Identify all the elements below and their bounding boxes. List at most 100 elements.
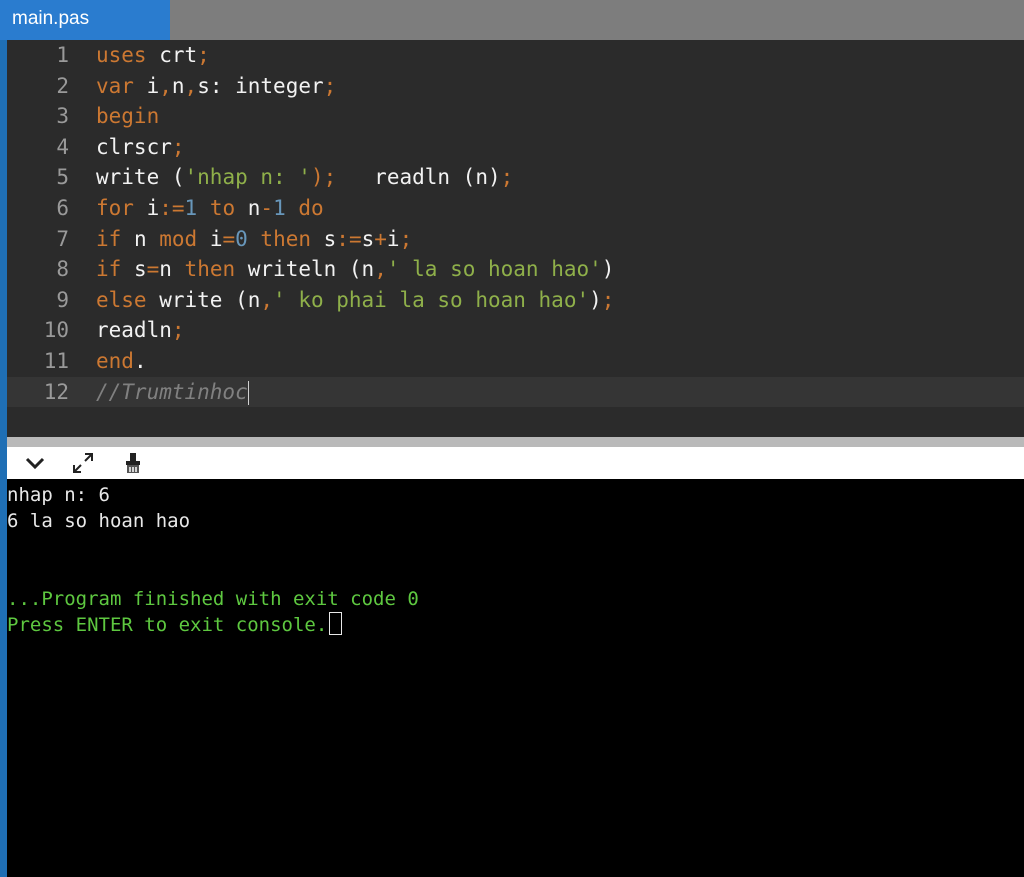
- line-number: 9: [56, 287, 69, 312]
- code-text: var i,n,s: integer;: [96, 71, 336, 102]
- code-token: i: [197, 226, 223, 251]
- code-token: 'nhap n: ': [184, 165, 311, 190]
- code-token: .: [133, 349, 147, 373]
- terminal-cursor: [329, 612, 343, 635]
- code-token: for: [96, 196, 134, 220]
- code-text: else write (n,' ko phai la so hoan hao')…: [96, 285, 614, 316]
- code-text: if n mod i=0 then s:=s+i;: [96, 224, 412, 255]
- code-token: i: [386, 226, 400, 251]
- code-token: i: [133, 196, 160, 220]
- console-toolbar: [7, 447, 1024, 479]
- code-token: ;: [500, 165, 514, 190]
- code-token: -: [260, 196, 274, 220]
- code-token: crt: [146, 43, 198, 67]
- line-number: 1: [56, 43, 69, 67]
- line-number: 3: [56, 104, 69, 129]
- console-line-text: nhap n: 6: [7, 484, 110, 506]
- code-line[interactable]: 7 if n mod i=0 then s:=s+i;: [7, 224, 1024, 255]
- code-token: if: [96, 257, 122, 282]
- console-line: ...Program finished with exit code 0: [7, 586, 419, 612]
- code-line[interactable]: 5 write ('nhap n: '); readln (n);: [7, 162, 1024, 193]
- code-line[interactable]: 12 //Trumtinhoc: [7, 376, 1024, 408]
- code-token: write (: [96, 165, 185, 190]
- code-token: ;: [323, 73, 337, 98]
- line-number: 6: [56, 196, 69, 220]
- code-token: writeln (n: [235, 257, 375, 282]
- code-token: ;: [399, 226, 413, 251]
- code-text: end.: [96, 346, 147, 377]
- line-number: 8: [56, 257, 69, 282]
- console-line-text: Press ENTER to exit console.: [7, 614, 328, 636]
- code-token: =: [146, 257, 160, 282]
- code-token: var: [96, 73, 134, 98]
- code-token: 1: [184, 196, 198, 220]
- code-token: n: [247, 196, 261, 220]
- code-text: begin: [96, 101, 159, 132]
- code-token: uses: [96, 43, 147, 67]
- code-line[interactable]: 10 readln;: [7, 315, 1024, 346]
- code-token: ,: [184, 73, 198, 98]
- line-number: 4: [56, 134, 69, 159]
- code-line[interactable]: 8 if s=n then writeln (n,' la so hoan hao…: [7, 254, 1024, 285]
- code-token: then: [247, 226, 311, 251]
- code-token: ,: [374, 257, 387, 282]
- console-line: Press ENTER to exit console.: [7, 612, 343, 638]
- code-token: ,: [260, 287, 274, 312]
- code-token: ;: [601, 287, 615, 312]
- code-line[interactable]: 4 clrscr;: [7, 132, 1024, 163]
- code-token: write (n: [146, 287, 261, 312]
- code-token: else: [96, 287, 147, 312]
- line-number: 5: [56, 165, 69, 190]
- code-token: n: [171, 73, 185, 98]
- code-token: ' ko phai la so hoan hao': [273, 287, 590, 312]
- code-token: ,: [159, 73, 172, 98]
- code-token: 0: [235, 226, 248, 251]
- code-editor[interactable]: 1 uses crt; 2 var i,n,s: integer; 3 begin 4 clr…: [7, 40, 1024, 437]
- console-line-text: ...Program finished with exit code 0: [7, 588, 419, 610]
- code-token: 1: [273, 196, 286, 220]
- tab-bar: main.pas: [0, 0, 1024, 40]
- code-token: );: [310, 165, 337, 190]
- left-edge-strip: [0, 0, 7, 877]
- code-text: readln;: [96, 315, 185, 346]
- line-number: 7: [56, 226, 69, 251]
- code-token: s: [121, 257, 147, 282]
- code-token: //Trumtinhoc: [96, 379, 248, 404]
- code-token: begin: [96, 104, 160, 129]
- expand-icon[interactable]: [69, 450, 97, 476]
- line-number: 11: [43, 349, 69, 373]
- code-text: uses crt;: [96, 40, 210, 71]
- code-token: =: [222, 226, 236, 251]
- code-line[interactable]: 2 var i,n,s: integer;: [7, 71, 1024, 102]
- code-text: for i:=1 to n-1 do: [96, 193, 324, 224]
- code-token: ): [589, 287, 602, 312]
- code-token: s: [361, 226, 375, 251]
- tab-main-pas[interactable]: main.pas: [0, 0, 170, 40]
- line-number: 12: [43, 379, 69, 404]
- code-token: do: [285, 196, 324, 220]
- console-output[interactable]: nhap n: 6 6 la so hoan hao ...Program fini…: [7, 479, 1024, 877]
- code-text: //Trumtinhoc: [96, 377, 249, 408]
- code-line[interactable]: 11 end.: [7, 346, 1024, 377]
- line-number: 10: [43, 318, 69, 343]
- code-line[interactable]: 6 for i:=1 to n-1 do: [7, 193, 1024, 224]
- code-text: clrscr;: [96, 132, 185, 163]
- console-line: 6 la so hoan hao: [7, 508, 190, 534]
- code-token: ): [601, 257, 615, 282]
- clear-console-icon[interactable]: [119, 450, 147, 476]
- code-line[interactable]: 9 else write (n,' ko phai la so hoan hao'…: [7, 285, 1024, 316]
- console-line-text: 6 la so hoan hao: [7, 510, 191, 532]
- code-token: readln: [96, 318, 172, 343]
- chevron-down-icon[interactable]: [21, 450, 49, 476]
- code-token: ;: [171, 318, 185, 343]
- code-line[interactable]: 3 begin: [7, 101, 1024, 132]
- code-line[interactable]: 1 uses crt;: [7, 40, 1024, 71]
- code-token: :=: [159, 196, 185, 220]
- code-token: n: [159, 257, 185, 282]
- code-text: if s=n then writeln (n,' la so hoan hao'…: [96, 254, 614, 285]
- code-token: to: [197, 196, 248, 220]
- pane-splitter[interactable]: [7, 437, 1024, 447]
- code-token: if: [96, 226, 122, 251]
- code-token: +: [374, 226, 387, 251]
- console-line: nhap n: 6: [7, 482, 110, 508]
